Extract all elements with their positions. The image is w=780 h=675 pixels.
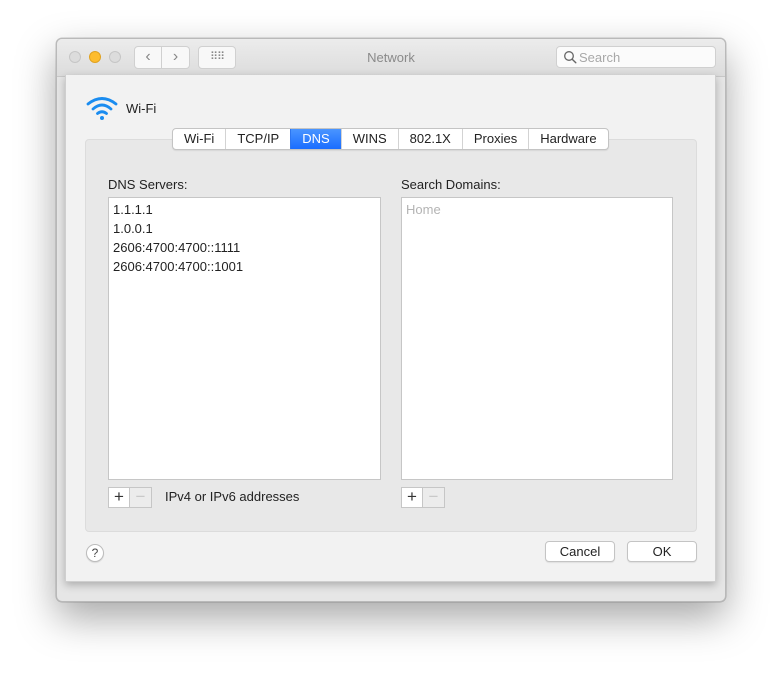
search-domains-add-remove: + −	[401, 487, 445, 508]
list-item[interactable]: 1.1.1.1	[113, 200, 376, 219]
list-item[interactable]: 1.0.0.1	[113, 219, 376, 238]
dns-settings-sheet: Wi-Fi DNS Servers: 1.1.1.1 1.0.0.1 2606:…	[65, 75, 716, 582]
dns-servers-list[interactable]: 1.1.1.1 1.0.0.1 2606:4700:4700::1111 260…	[108, 197, 381, 480]
search-domains-label: Search Domains:	[401, 177, 501, 192]
tab-hardware[interactable]: Hardware	[528, 129, 607, 149]
help-icon: ?	[91, 546, 99, 560]
cancel-button[interactable]: Cancel	[545, 541, 615, 562]
search-domains-placeholder: Home	[406, 202, 441, 217]
ok-button[interactable]: OK	[627, 541, 697, 562]
dns-servers-hint: IPv4 or IPv6 addresses	[165, 489, 300, 504]
remove-search-domain-button[interactable]: −	[423, 487, 445, 508]
help-button[interactable]: ?	[86, 544, 104, 562]
title-bar: ‹ › ⠿⠿ Network	[57, 39, 725, 77]
remove-dns-server-button[interactable]: −	[130, 487, 152, 508]
tab-bar: Wi-Fi TCP/IP DNS WINS 802.1X Proxies Har…	[172, 128, 609, 150]
list-item[interactable]: 2606:4700:4700::1111	[113, 238, 376, 257]
add-dns-server-button[interactable]: +	[108, 487, 130, 508]
tab-wins[interactable]: WINS	[340, 129, 398, 149]
search-icon	[564, 51, 577, 64]
search-input[interactable]	[579, 48, 709, 66]
wifi-icon	[86, 97, 118, 120]
tab-dns[interactable]: DNS	[290, 129, 341, 149]
service-name: Wi-Fi	[126, 101, 157, 116]
tab-tcpip[interactable]: TCP/IP	[225, 129, 290, 149]
list-item[interactable]: 2606:4700:4700::1001	[113, 257, 376, 276]
search-field[interactable]	[556, 46, 716, 68]
tab-panel: DNS Servers: 1.1.1.1 1.0.0.1 2606:4700:4…	[85, 139, 697, 532]
search-domains-list[interactable]: Home	[401, 197, 673, 480]
dns-servers-add-remove: + −	[108, 487, 152, 508]
dns-servers-label: DNS Servers:	[108, 177, 188, 192]
tab-proxies[interactable]: Proxies	[461, 129, 528, 149]
tab-wifi[interactable]: Wi-Fi	[173, 129, 225, 149]
tab-8021x[interactable]: 802.1X	[397, 129, 462, 149]
add-search-domain-button[interactable]: +	[401, 487, 423, 508]
